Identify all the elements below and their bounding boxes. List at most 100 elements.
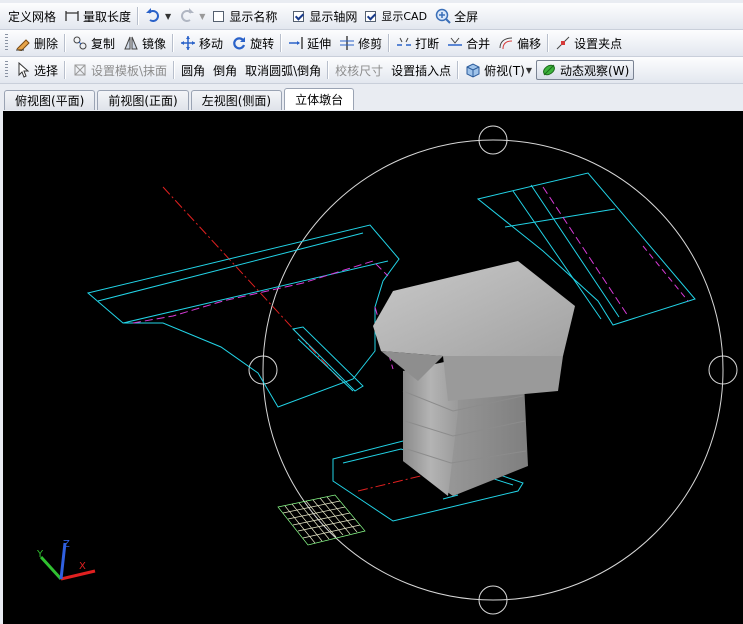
toolbar-grip[interactable] xyxy=(5,61,8,79)
template-icon xyxy=(72,62,88,78)
pier-solid xyxy=(373,261,575,496)
move-label: 移动 xyxy=(199,36,224,51)
axis-z-label: Z xyxy=(63,539,70,550)
copy-icon xyxy=(72,35,88,51)
trim-button[interactable]: 修剪 xyxy=(335,32,386,54)
show-axis-label: 显示轴网 xyxy=(309,9,358,24)
extend-label: 延伸 xyxy=(307,36,332,51)
toolbar-row-1: 定义网格 量取长度 ▼ ▼ 显示名称 显示轴网 显示CAD 全屏 xyxy=(0,3,743,30)
measure-length-button[interactable]: 量取长度 xyxy=(60,5,135,27)
undo-button[interactable]: ▼ xyxy=(141,5,175,27)
offset-label: 偏移 xyxy=(517,36,542,51)
tab-label: 立体墩台 xyxy=(295,93,344,107)
select-label: 选择 xyxy=(34,63,59,78)
mirror-button[interactable]: 镜像 xyxy=(119,32,170,54)
break-label: 打断 xyxy=(415,36,440,51)
show-cad-checkbox[interactable]: 显示CAD xyxy=(361,5,431,27)
tab-label: 俯视图(平面) xyxy=(15,94,85,108)
tab-front-view[interactable]: 前视图(正面) xyxy=(97,90,189,110)
cap-beam-left xyxy=(86,224,400,408)
show-name-check-icon[interactable] xyxy=(213,10,225,22)
axis-x-label: X xyxy=(79,561,86,572)
rotate-button[interactable]: 旋转 xyxy=(227,32,278,54)
round-corner-label: 圆角 xyxy=(181,63,206,78)
offset-button[interactable]: 偏移 xyxy=(494,32,545,54)
cancel-arc-label: 取消圆弧\倒角 xyxy=(245,63,322,78)
offset-icon xyxy=(498,35,514,51)
set-grip-button[interactable]: 设置夹点 xyxy=(551,32,626,54)
extend-button[interactable]: 延伸 xyxy=(284,32,335,54)
undo-dropdown-icon[interactable]: ▼ xyxy=(165,12,171,21)
fullscreen-label: 全屏 xyxy=(454,9,479,24)
show-axis-check-icon[interactable] xyxy=(293,10,305,22)
show-cad-check-icon[interactable] xyxy=(365,10,377,22)
move-icon xyxy=(180,35,196,51)
tab-label: 前视图(正面) xyxy=(108,94,178,108)
axis-gizmo: X Y Z xyxy=(36,539,96,581)
top-view-button[interactable]: 俯视(T) ▼ xyxy=(461,59,536,81)
top-view-dropdown-icon[interactable]: ▼ xyxy=(526,66,532,75)
rotate-label: 旋转 xyxy=(250,36,275,51)
toolbar-row-3: 选择 设置模板\抹面 圆角 倒角 取消圆弧\倒角 校核尺寸 设置插入点 俯视(T… xyxy=(0,57,743,84)
tab-label: 左视图(侧面) xyxy=(201,94,272,108)
copy-label: 复制 xyxy=(91,36,116,51)
extend-icon xyxy=(288,35,304,51)
set-insert-point-button[interactable]: 设置插入点 xyxy=(387,59,455,81)
toolbar-grip[interactable] xyxy=(5,34,8,52)
top-view-label: 俯视(T) xyxy=(484,63,525,78)
cancel-arc-button[interactable]: 取消圆弧\倒角 xyxy=(241,59,325,81)
eraser-icon xyxy=(15,35,31,53)
dynamic-view-label: 动态观察(W) xyxy=(560,63,630,78)
chamfer-button[interactable]: 倒角 xyxy=(209,59,241,81)
toolbar-row-2: 删除 复制 镜像 移动 旋转 延伸 修剪 打断 合并 偏移 设置夹点 xyxy=(0,30,743,57)
show-name-label: 显示名称 xyxy=(229,9,278,24)
define-grid-label: 定义网格 xyxy=(8,9,57,24)
define-grid-button[interactable]: 定义网格 xyxy=(4,5,60,27)
mirror-icon xyxy=(123,35,139,51)
merge-label: 合并 xyxy=(466,36,491,51)
set-template-button[interactable]: 设置模板\抹面 xyxy=(68,59,171,81)
set-template-label: 设置模板\抹面 xyxy=(91,63,168,78)
select-button[interactable]: 选择 xyxy=(11,59,62,81)
show-axis-checkbox[interactable]: 显示轴网 xyxy=(289,5,361,27)
scene-drawing: X Y Z xyxy=(36,125,738,615)
redo-icon xyxy=(179,8,195,24)
round-corner-button[interactable]: 圆角 xyxy=(177,59,209,81)
cube-icon xyxy=(465,62,481,78)
mirror-label: 镜像 xyxy=(142,36,167,51)
dynamic-view-button[interactable]: 动态观察(W) xyxy=(536,60,635,80)
set-insert-point-label: 设置插入点 xyxy=(391,63,452,78)
redo-button[interactable]: ▼ xyxy=(175,5,209,27)
3d-viewport[interactable]: X Y Z xyxy=(3,111,743,624)
merge-button[interactable]: 合并 xyxy=(443,32,494,54)
move-button[interactable]: 移动 xyxy=(176,32,227,54)
tab-left-view[interactable]: 左视图(侧面) xyxy=(190,90,283,110)
cursor-icon xyxy=(15,61,31,78)
show-cad-label: 显示CAD xyxy=(381,10,428,23)
break-icon xyxy=(396,35,412,51)
fullscreen-button[interactable]: 全屏 xyxy=(431,5,482,27)
set-grip-label: 设置夹点 xyxy=(574,36,623,51)
chamfer-label: 倒角 xyxy=(213,63,238,78)
check-edge-label: 校核尺寸 xyxy=(335,63,384,78)
trim-icon xyxy=(339,35,355,51)
tab-top-view[interactable]: 俯视图(平面) xyxy=(4,90,96,110)
orbit-leaf-icon xyxy=(541,62,557,78)
check-edge-button[interactable]: 校核尺寸 xyxy=(331,59,387,81)
redo-dropdown-icon[interactable]: ▼ xyxy=(199,12,205,21)
show-name-checkbox[interactable]: 显示名称 xyxy=(209,5,281,27)
zoom-icon xyxy=(435,8,451,24)
grid-patch xyxy=(277,494,366,546)
break-button[interactable]: 打断 xyxy=(392,32,443,54)
view-tabs: 俯视图(平面) 前视图(正面) 左视图(侧面) 立体墩台 xyxy=(0,88,743,110)
undo-icon xyxy=(145,8,161,24)
tab-3d-pier[interactable]: 立体墩台 xyxy=(284,88,355,110)
trim-label: 修剪 xyxy=(358,36,383,51)
delete-label: 删除 xyxy=(34,36,59,51)
copy-button[interactable]: 复制 xyxy=(68,32,119,54)
delete-button[interactable]: 删除 xyxy=(11,32,62,54)
rotate-icon xyxy=(231,35,247,51)
ruler-icon xyxy=(64,8,80,24)
grip-point-icon xyxy=(555,35,571,51)
axis-y-label: Y xyxy=(36,549,44,560)
